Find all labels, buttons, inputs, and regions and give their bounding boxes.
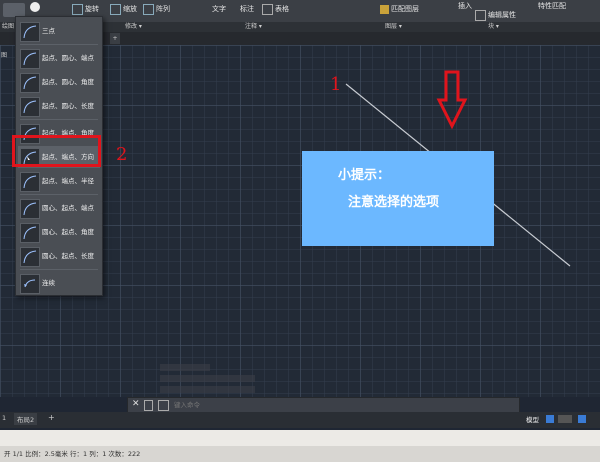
command-history-line (160, 386, 255, 393)
menu-item-center-start-length[interactable]: 圆心、起点、长度 (18, 245, 100, 267)
grid-toggle-icon[interactable] (546, 415, 554, 423)
menu-item-start-center-end[interactable]: 起点、圆心、端点 (18, 47, 100, 69)
menu-item-center-start-end[interactable]: 圆心、起点、端点 (18, 197, 100, 219)
wrench-icon[interactable] (144, 400, 153, 411)
annotation-label-2: 2 (116, 144, 128, 165)
menu-item-start-center-angle[interactable]: 起点、圆心、角度 (18, 71, 100, 93)
layout-tab-2[interactable]: 布局2 (14, 413, 38, 425)
arc-icon (20, 97, 40, 117)
menu-separator (20, 269, 98, 270)
menu-item-continue[interactable]: 连续 (18, 272, 100, 294)
menu-separator (20, 44, 98, 45)
tip-box: 小提示： 注意选择的选项 (302, 151, 494, 246)
arc-icon (20, 247, 40, 267)
arc-continue-icon (20, 274, 40, 294)
command-history-line (160, 375, 255, 382)
highlight-box (12, 135, 101, 167)
layout-tabs-bar: 1 布局2 + 模型 (0, 412, 600, 428)
arc-icon (20, 172, 40, 192)
menu-separator (20, 119, 98, 120)
tip-title: 小提示： (338, 168, 391, 183)
tip-body: 注意选择的选项 (348, 195, 440, 210)
status-coords: 开 1/1 比例：2.5毫米 行：1 列：1 次数：222 (4, 450, 141, 458)
menu-item-center-start-angle[interactable]: 圆心、起点、角度 (18, 221, 100, 243)
layout-tab-1[interactable]: 1 (2, 414, 6, 422)
arc-icon (20, 199, 40, 219)
command-history-line (160, 364, 210, 371)
status-bar-info: 开 1/1 比例：2.5毫米 行：1 列：1 次数：222 (0, 446, 600, 462)
down-arrow-icon (436, 70, 468, 130)
arc-icon (20, 49, 40, 69)
snap-toggle-icon[interactable] (558, 415, 572, 423)
menu-item-three-point[interactable]: 三点 (18, 20, 100, 42)
annotation-label-1: 1 (330, 74, 342, 95)
add-layout-button[interactable]: + (48, 413, 55, 422)
arc-icon (20, 223, 40, 243)
menu-separator (20, 194, 98, 195)
status-bar (0, 430, 600, 446)
close-icon[interactable]: ✕ (132, 399, 140, 409)
menu-item-start-center-length[interactable]: 起点、圆心、长度 (18, 95, 100, 117)
command-input[interactable] (174, 399, 504, 410)
menu-item-start-end-radius[interactable]: 起点、端点、半径 (18, 170, 100, 192)
model-space-button[interactable]: 模型 (526, 414, 539, 424)
command-prompt-icon[interactable] (158, 400, 169, 411)
arc-icon (20, 22, 40, 42)
arc-icon (20, 73, 40, 93)
ortho-toggle-icon[interactable] (578, 415, 586, 423)
